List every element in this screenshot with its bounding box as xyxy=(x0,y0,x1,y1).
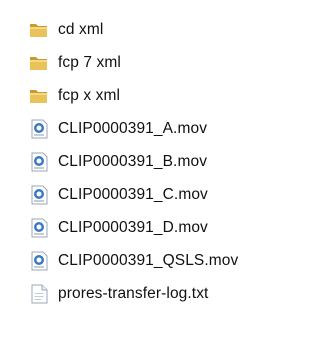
file-name: CLIP0000391_B.mov xyxy=(58,153,208,170)
file-row-clip-c[interactable]: CLIP0000391_C.mov xyxy=(29,181,208,209)
file-row-clip-a[interactable]: CLIP0000391_A.mov xyxy=(29,115,207,143)
file-list: cd xml fcp 7 xml fcp x xml CLIP0000391_A… xyxy=(0,0,292,339)
file-name: CLIP0000391_D.mov xyxy=(58,219,208,236)
file-name: fcp x xml xyxy=(58,87,121,104)
quicktime-movie-icon xyxy=(29,251,49,271)
file-row-cd-xml[interactable]: cd xml xyxy=(29,16,103,44)
quicktime-movie-icon xyxy=(29,152,49,172)
file-name: cd xml xyxy=(58,21,104,38)
file-name: CLIP0000391_C.mov xyxy=(58,186,208,203)
folder-icon xyxy=(29,20,49,40)
file-name: CLIP0000391_A.mov xyxy=(58,120,208,137)
file-row-clip-qsls[interactable]: CLIP0000391_QSLS.mov xyxy=(29,247,238,275)
file-name: CLIP0000391_QSLS.mov xyxy=(58,252,239,269)
file-row-prores-transfer-log[interactable]: prores-transfer-log.txt xyxy=(29,280,208,308)
file-row-clip-b[interactable]: CLIP0000391_B.mov xyxy=(29,148,207,176)
text-document-icon xyxy=(29,284,49,304)
quicktime-movie-icon xyxy=(29,119,49,139)
file-row-fcp-x-xml[interactable]: fcp x xml xyxy=(29,82,120,110)
file-name: fcp 7 xml xyxy=(58,54,121,71)
file-row-clip-d[interactable]: CLIP0000391_D.mov xyxy=(29,214,208,242)
file-name: prores-transfer-log.txt xyxy=(58,285,209,302)
quicktime-movie-icon xyxy=(29,185,49,205)
folder-icon xyxy=(29,53,49,73)
quicktime-movie-icon xyxy=(29,218,49,238)
file-row-fcp-7-xml[interactable]: fcp 7 xml xyxy=(29,49,121,77)
folder-icon xyxy=(29,86,49,106)
